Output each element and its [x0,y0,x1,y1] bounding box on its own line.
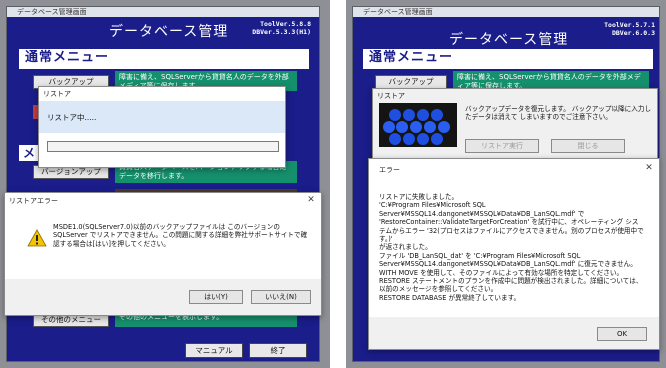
left-restore-dialog: リストア リストア中..... [38,86,286,168]
error-line: WITH MOVE を使用して、そのファイルによって有効な場所を特定してください… [379,268,624,277]
right-error-message: リストアに失敗しました。 'C:¥Program Files¥Microsoft… [379,193,655,302]
error-line: 以前のメッセージを参照してください。 [379,285,498,294]
error-line: 'C:¥Program Files¥Microsoft SQL [379,201,486,210]
error-line: リストアに失敗しました。 [379,193,459,201]
right-app-title: データベース管理 [449,32,569,48]
error-line: Server¥MSSQL14.dangonet¥MSSQL¥Data¥DB_La… [379,260,637,269]
left-window-title: データベース管理画面 [17,8,87,16]
left-panel: データベース管理画面 データベース管理 ToolVer.5.8.8 DBVer.… [0,0,330,368]
right-error-dialog-title: エラー [379,166,400,174]
error-line: テムからエラー '32(プロセスはファイルにアクセスできません。別のプロセスが使… [379,226,644,244]
right-restore-close-button[interactable]: 閉じる [551,139,625,153]
right-restore-dialog: リストア バックアップデータを復元します。 バックアップ以降に入力したデータは消… [372,88,658,160]
left-section-other: メ [23,146,36,160]
left-error-dialog: リストアエラー ✕ MSDE1.0(SQLServer7.0)以前のバックアップ… [4,192,322,316]
left-exit-button[interactable]: 終了 [249,343,307,358]
left-restore-progress-bar [47,141,279,152]
left-restore-dialog-title: リストア [43,90,71,98]
left-db-version: DBVer.5.3.3(H1) [252,28,311,36]
right-restore-message: バックアップデータを復元します。 バックアップ以降に入力したデータは消えて しま… [465,105,652,122]
error-line: が返されました。 [379,243,432,252]
left-no-button[interactable]: いいえ(N) [251,290,311,304]
left-version-info: ToolVer.5.8.8 DBVer.5.3.3(H1) [247,20,311,36]
left-app-title: データベース管理 [109,24,229,40]
right-window-titlebar: データベース管理画面 [353,7,659,17]
right-restore-dialog-title: リストア [377,92,405,100]
left-restore-status-area: リストア中..... [39,101,285,133]
left-section-normal: 通常メニュー [19,49,309,69]
left-window-titlebar: データベース管理画面 [7,7,319,17]
close-icon[interactable]: ✕ [305,195,317,207]
close-icon[interactable]: ✕ [643,163,655,175]
right-backup-button[interactable]: バックアップ [375,75,447,89]
error-line: ファイル 'DB_LanSQL_dat' を 'C:¥Program Files… [379,251,581,260]
right-window-title: データベース管理画面 [363,8,433,16]
right-db-version: DBVer.6.0.3 [611,29,655,37]
error-line: 'RestoreContainer::ValidateTargetForCrea… [379,218,639,227]
error-line: RESTORE DATABASE が異常終了しています。 [379,293,521,302]
left-manual-button[interactable]: マニュアル [185,343,243,358]
left-yes-button[interactable]: はい(Y) [189,290,243,304]
error-line: Server¥MSSQL14.dangonet¥MSSQL¥Data¥DB_La… [379,209,585,218]
left-error-message: MSDE1.0(SQLServer7.0)以前のバックアップファイルは このバー… [53,223,308,248]
right-error-dialog: エラー ✕ リストアに失敗しました。 'C:¥Program Files¥Mic… [368,158,660,350]
left-restore-status: リストア中..... [47,113,97,122]
right-restore-run-button[interactable]: リストア実行 [465,139,539,153]
left-error-dialog-title: リストアエラー [9,197,58,205]
warning-icon [27,229,47,247]
left-tool-version: ToolVer.5.8.8 [260,20,311,28]
right-ok-button[interactable]: OK [597,327,647,341]
right-panel: データベース管理画面 データベース管理 ToolVer.5.7.1 DBVer.… [346,0,666,368]
right-section-normal: 通常メニュー [363,49,653,69]
right-version-info: ToolVer.5.7.1 DBVer.6.0.3 [591,21,655,37]
right-tool-version: ToolVer.5.7.1 [604,21,655,29]
database-icon [379,103,457,147]
